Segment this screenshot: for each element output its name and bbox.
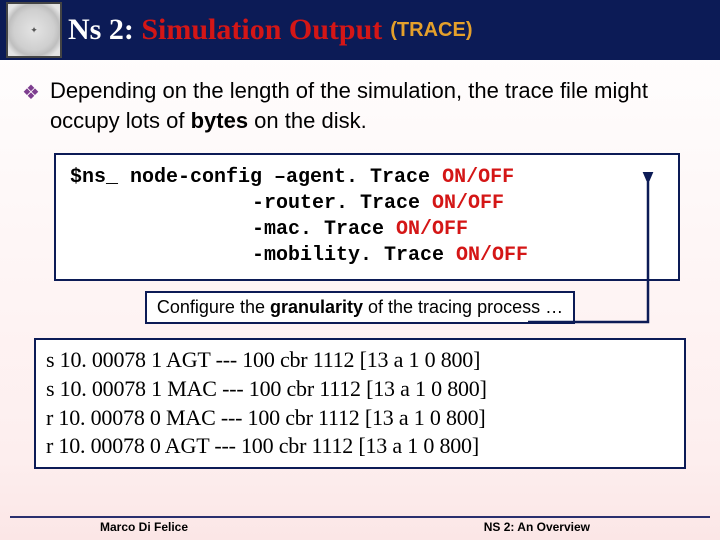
trace-line: s 10. 00078 1 AGT --- 100 cbr 1112 [13 a… [46,346,674,375]
code-l2-pre: -router. Trace [252,192,432,215]
code-box: $ns_ node-config –agent. Trace ON/OFF -r… [54,153,680,281]
trace-line: s 10. 00078 1 MAC --- 100 cbr 1112 [13 a… [46,375,674,404]
gran-bold: granularity [270,297,363,317]
bullet-post: on the disk. [248,108,367,133]
code-l2-kw: ON/OFF [432,192,504,215]
bullet-text: Depending on the length of the simulatio… [50,76,698,135]
code-line-2: -router. Trace ON/OFF [70,191,664,217]
title-red: Simulation Output [141,13,382,46]
title-suffix: (TRACE) [390,19,472,42]
gran-post: of the tracing process … [363,297,563,317]
footer-author: Marco Di Felice [100,520,188,534]
bullet-bold: bytes [191,108,248,133]
gran-pre: Configure the [157,297,270,317]
trace-line: r 10. 00078 0 AGT --- 100 cbr 1112 [13 a… [46,432,674,461]
trace-line: r 10. 00078 0 MAC --- 100 cbr 1112 [13 a… [46,404,674,433]
granularity-box: Configure the granularity of the tracing… [145,291,575,324]
slide-content: ❖ Depending on the length of the simulat… [0,60,720,469]
title-prefix: Ns 2: [68,13,141,46]
code-l1-pre: $ns_ node-config –agent. Trace [70,166,442,189]
slide-header: ✦ Ns 2: Simulation Output (TRACE) [0,0,720,60]
code-l4-kw: ON/OFF [456,244,528,267]
code-line-1: $ns_ node-config –agent. Trace ON/OFF [70,165,664,191]
footer-title: NS 2: An Overview [484,520,590,534]
code-l3-kw: ON/OFF [396,218,468,241]
code-l1-kw: ON/OFF [442,166,514,189]
trace-output-box: s 10. 00078 1 AGT --- 100 cbr 1112 [13 a… [34,338,686,468]
slide-footer: Marco Di Felice NS 2: An Overview [10,520,710,540]
bullet-item: ❖ Depending on the length of the simulat… [22,76,698,135]
university-seal-icon: ✦ [6,2,62,58]
diamond-bullet-icon: ❖ [22,80,40,107]
footer-divider [10,516,710,518]
code-line-4: -mobility. Trace ON/OFF [70,243,664,269]
code-l3-pre: -mac. Trace [252,218,396,241]
code-l4-pre: -mobility. Trace [252,244,456,267]
code-line-3: -mac. Trace ON/OFF [70,217,664,243]
slide-title: Ns 2: Simulation Output [68,13,382,47]
